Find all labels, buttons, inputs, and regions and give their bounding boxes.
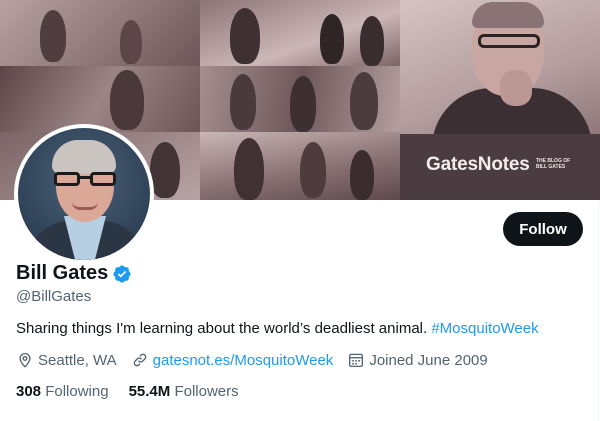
banner-photo-group bbox=[200, 132, 400, 200]
gatesnotes-logo-title: GatesNotes bbox=[426, 154, 530, 175]
followers-link[interactable]: 55.4M Followers bbox=[129, 383, 239, 400]
avatar-glasses bbox=[54, 172, 116, 186]
banner-portrait-glasses bbox=[478, 34, 540, 48]
link-icon bbox=[133, 353, 146, 367]
gatesnotes-logo-subtitle: THE BLOG OF BILL GATES bbox=[536, 158, 571, 170]
joined-text: Joined June 2009 bbox=[369, 351, 488, 369]
profile-handle: @BillGates bbox=[16, 288, 92, 305]
meta-location: Seattle, WA bbox=[16, 351, 117, 369]
profile-name-row: Bill Gates bbox=[16, 262, 132, 285]
following-link[interactable]: 308 Following bbox=[16, 383, 109, 400]
profile-meta-row: Seattle, WA gatesnot.es/MosquitoWeek Joi… bbox=[16, 351, 502, 369]
banner-photo-market bbox=[200, 66, 400, 132]
calendar-icon bbox=[349, 353, 364, 368]
verified-badge-icon[interactable] bbox=[112, 264, 132, 284]
banner-photo-lab bbox=[0, 0, 200, 66]
column-divider bbox=[598, 200, 599, 421]
following-count: 308 bbox=[16, 383, 42, 400]
profile-bio: Sharing things I'm learning about the wo… bbox=[16, 320, 539, 337]
avatar-hair bbox=[52, 140, 116, 174]
bio-text: Sharing things I'm learning about the wo… bbox=[16, 320, 432, 337]
avatar-smile bbox=[72, 202, 98, 210]
meta-website: gatesnot.es/MosquitoWeek bbox=[131, 351, 334, 369]
banner-photo-children bbox=[0, 66, 200, 132]
meta-joined: Joined June 2009 bbox=[347, 351, 488, 369]
followers-label: Followers bbox=[174, 383, 239, 400]
following-label: Following bbox=[45, 383, 109, 400]
profile-avatar[interactable] bbox=[14, 124, 154, 264]
bio-hashtag-link[interactable]: #MosquitoWeek bbox=[431, 320, 538, 337]
website-link[interactable]: gatesnot.es/MosquitoWeek bbox=[153, 352, 334, 369]
profile-stats-row: 308 Following 55.4M Followers bbox=[16, 383, 259, 400]
banner-portrait-hand bbox=[500, 70, 532, 106]
followers-count: 55.4M bbox=[128, 383, 171, 400]
location-text: Seattle, WA bbox=[38, 351, 117, 369]
banner-photo-microscope bbox=[200, 0, 400, 66]
location-pin-icon bbox=[19, 353, 31, 368]
follow-button[interactable]: Follow bbox=[503, 212, 583, 246]
banner-portrait-hair bbox=[472, 2, 544, 28]
display-name: Bill Gates bbox=[16, 262, 109, 284]
